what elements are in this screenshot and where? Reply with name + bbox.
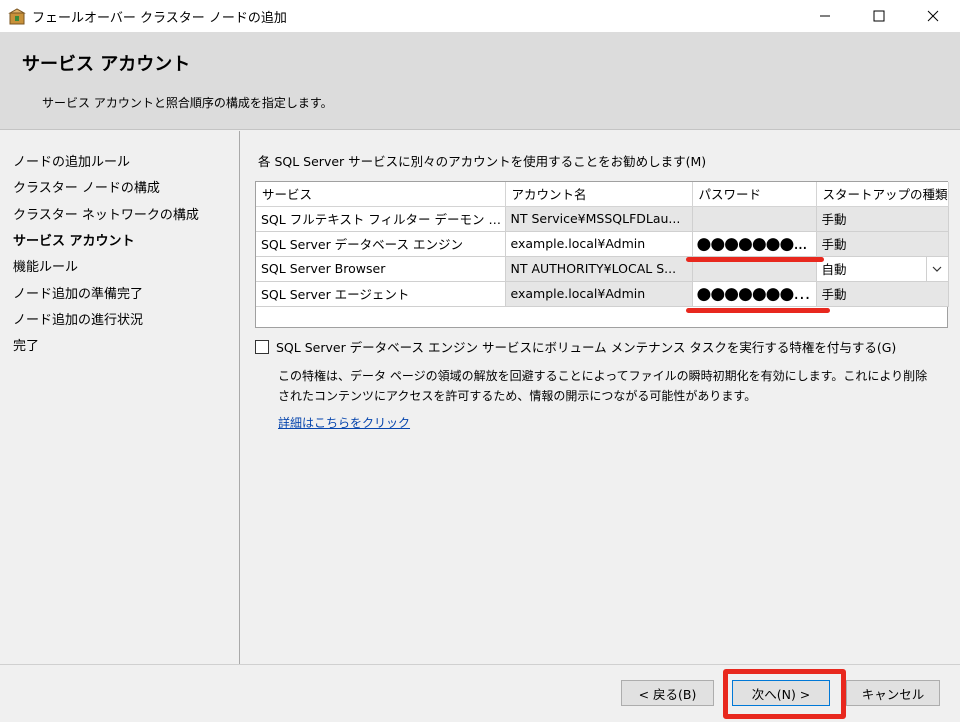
startup-type-cell: 手動: [816, 281, 949, 307]
app-icon: [8, 8, 26, 25]
more-info-link[interactable]: 詳細はこちらをクリック: [278, 414, 410, 431]
sidebar-item-complete[interactable]: 完了: [13, 335, 39, 354]
column-header-account[interactable]: アカウント名: [505, 182, 693, 207]
column-header-password[interactable]: パスワード: [692, 182, 817, 207]
password-cell: [692, 206, 817, 232]
grant-privilege-checkbox[interactable]: [255, 339, 269, 354]
maximize-icon: [873, 10, 885, 22]
page-header: サービス アカウント サービス アカウントと照合順序の構成を指定します。: [0, 32, 960, 130]
account-name-cell[interactable]: NT AUTHORITY¥LOCAL S...: [505, 256, 693, 282]
startup-type-value: 自動: [821, 262, 847, 277]
sidebar-item-feature-rules[interactable]: 機能ルール: [13, 256, 78, 275]
minimize-icon: [820, 15, 830, 17]
column-header-startup[interactable]: スタートアップの種類: [816, 182, 949, 207]
password-cell[interactable]: ●●●●●●●●●: [692, 281, 817, 307]
service-name-cell: SQL Server Browser: [256, 256, 506, 282]
table-row: SQL フルテキスト フィルター デーモン ランチ... NT Service¥…: [256, 206, 949, 232]
service-name-cell: SQL フルテキスト フィルター デーモン ランチ...: [256, 206, 506, 232]
table-row: SQL Server Browser NT AUTHORITY¥LOCAL S.…: [256, 256, 949, 282]
window-title: フェールオーバー クラスター ノードの追加: [32, 11, 287, 26]
page-subtitle: サービス アカウントと照合順序の構成を指定します。: [42, 96, 333, 110]
annotation-highlight-box: [723, 669, 846, 719]
startup-type-dropdown[interactable]: 自動: [816, 256, 949, 282]
service-name-cell: SQL Server エージェント: [256, 281, 506, 307]
privilege-description-line2: されたコンテンツにアクセスを許可するため、情報の開示につながる可能性があります。: [278, 389, 757, 403]
cancel-button[interactable]: キャンセル: [846, 680, 940, 706]
chevron-down-icon: [932, 266, 942, 272]
instruction-text: 各 SQL Server サービスに別々のアカウントを使用することをお勧めします…: [258, 154, 707, 169]
main-panel: 各 SQL Server サービスに別々のアカウントを使用することをお勧めします…: [241, 131, 960, 664]
service-name-cell: SQL Server データベース エンジン: [256, 231, 506, 257]
page-title: サービス アカウント: [22, 54, 191, 75]
account-name-cell[interactable]: example.local¥Admin: [505, 231, 693, 257]
title-bar: フェールオーバー クラスター ノードの追加: [0, 0, 960, 32]
sidebar-item-cluster-network-config[interactable]: クラスター ネットワークの構成: [13, 204, 199, 223]
close-icon: [927, 10, 939, 22]
startup-type-cell: 手動: [816, 231, 949, 257]
grant-volume-maintenance-option[interactable]: SQL Server データベース エンジン サービスにボリューム メンテナンス…: [255, 337, 896, 356]
table-row: SQL Server エージェント example.local¥Admin ●●…: [256, 281, 949, 307]
column-header-service[interactable]: サービス: [256, 182, 506, 207]
annotation-underline: [686, 257, 824, 262]
account-name-cell[interactable]: example.local¥Admin: [505, 281, 693, 307]
dialog-window: フェールオーバー クラスター ノードの追加 サービス アカウント サービス アカ…: [0, 0, 960, 722]
startup-type-cell: 手動: [816, 206, 949, 232]
sidebar-item-add-node-rules[interactable]: ノードの追加ルール: [13, 151, 130, 170]
sidebar-item-ready-to-add-node[interactable]: ノード追加の準備完了: [13, 283, 143, 302]
maximize-button[interactable]: [856, 0, 902, 32]
sidebar-item-service-accounts[interactable]: サービス アカウント: [13, 230, 135, 249]
wizard-steps-sidebar: ノードの追加ルール クラスター ノードの構成 クラスター ネットワークの構成 サ…: [0, 131, 240, 664]
sidebar-item-add-node-progress[interactable]: ノード追加の進行状況: [13, 309, 143, 328]
grid-header-row: サービス アカウント名 パスワード スタートアップの種類: [256, 182, 949, 207]
password-cell[interactable]: ●●●●●●●...: [692, 231, 817, 257]
close-button[interactable]: [910, 0, 956, 32]
dropdown-arrow[interactable]: [925, 256, 948, 280]
table-row: SQL Server データベース エンジン example.local¥Adm…: [256, 231, 949, 257]
account-name-cell[interactable]: NT Service¥MSSQLFDLau...: [505, 206, 693, 232]
privilege-description-line1: この特権は、データ ページの領域の解放を回避することによってファイルの瞬時初期化…: [278, 369, 928, 383]
sidebar-item-cluster-node-config[interactable]: クラスター ノードの構成: [13, 177, 160, 196]
back-button[interactable]: < 戻る(B): [621, 680, 714, 706]
annotation-underline: [686, 308, 830, 313]
checkbox-label: SQL Server データベース エンジン サービスにボリューム メンテナンス…: [276, 340, 897, 355]
service-accounts-grid: サービス アカウント名 パスワード スタートアップの種類 SQL フルテキスト …: [255, 181, 949, 328]
minimize-button[interactable]: [802, 0, 848, 32]
